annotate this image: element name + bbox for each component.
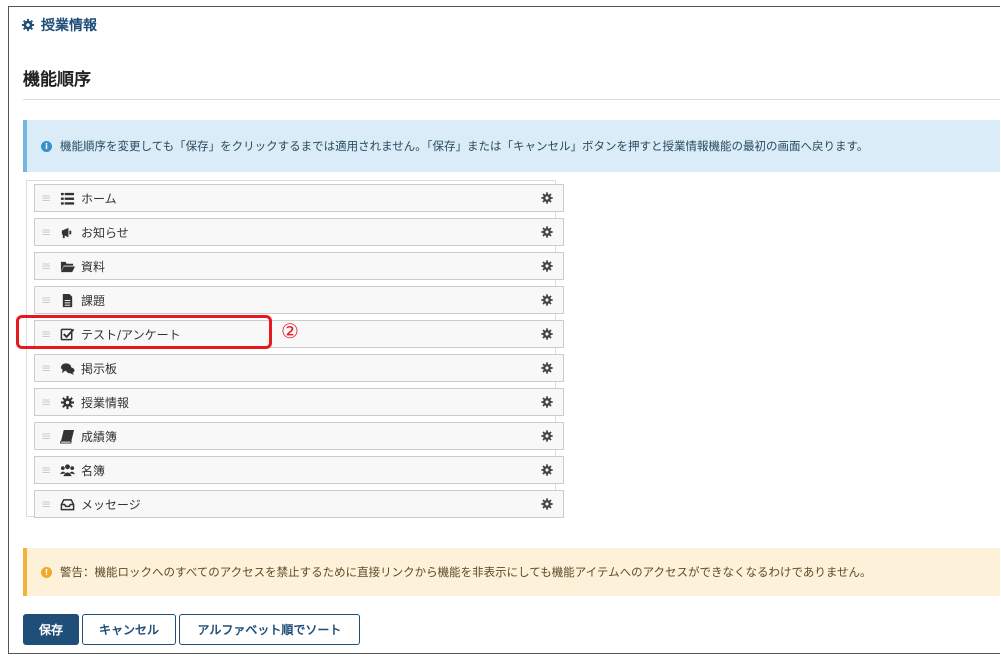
tool-label: 成績簿 xyxy=(81,429,118,444)
drag-handle-icon[interactable]: ≡ xyxy=(41,260,51,272)
info-icon: i xyxy=(41,140,52,152)
tool-label: メッセージ xyxy=(81,497,141,512)
warning-icon: ! xyxy=(41,566,52,578)
tool-row-resources[interactable]: ≡ 資料 xyxy=(34,252,564,280)
divider xyxy=(23,99,1000,100)
drag-handle-icon[interactable]: ≡ xyxy=(41,362,51,374)
tool-label: 掲示板 xyxy=(81,361,118,376)
gear-icon[interactable] xyxy=(540,361,554,375)
drag-handle-icon[interactable]: ≡ xyxy=(41,396,51,408)
section-title: 授業情報 xyxy=(41,18,97,34)
warning-text: 警告：機能ロックへのすべてのアクセスを禁止するために直接リンクから機能を非表示に… xyxy=(60,565,872,579)
drag-handle-icon[interactable]: ≡ xyxy=(41,498,51,510)
gear-icon xyxy=(59,394,75,410)
tool-row-roster[interactable]: ≡ 名簿 xyxy=(34,456,564,484)
info-text: 機能順序を変更しても「保存」をクリックするまでは適用されません。「保存」または「… xyxy=(60,139,869,153)
tool-row-forums[interactable]: ≡ 掲示板 xyxy=(34,354,564,382)
gear-icon[interactable] xyxy=(540,429,554,443)
list-icon xyxy=(59,190,75,206)
drag-handle-icon[interactable]: ≡ xyxy=(41,430,51,442)
save-button[interactable]: 保存 xyxy=(23,614,79,645)
inbox-icon xyxy=(59,496,75,512)
folder-open-icon xyxy=(59,258,75,274)
gear-icon[interactable] xyxy=(540,327,554,341)
gear-icon[interactable] xyxy=(540,225,554,239)
info-alert: i 機能順序を変更しても「保存」をクリックするまでは適用されません。「保存」また… xyxy=(23,120,1000,172)
book-icon xyxy=(59,428,75,444)
gear-icon[interactable] xyxy=(540,259,554,273)
sort-alphabetical-button[interactable]: アルファベット順でソート xyxy=(179,614,360,645)
cancel-button[interactable]: キャンセル xyxy=(82,614,176,645)
gear-icon[interactable] xyxy=(540,497,554,511)
tool-row-assignments[interactable]: ≡ 課題 xyxy=(34,286,564,314)
drag-handle-icon[interactable]: ≡ xyxy=(41,464,51,476)
megaphone-icon xyxy=(59,224,75,240)
gear-icon[interactable] xyxy=(540,463,554,477)
tool-row-announcements[interactable]: ≡ お知らせ xyxy=(34,218,564,246)
annotation-highlight-box xyxy=(16,315,272,349)
gear-icon xyxy=(21,18,35,32)
drag-handle-icon[interactable]: ≡ xyxy=(41,226,51,238)
tool-label: 資料 xyxy=(81,259,106,274)
tool-label: 名簿 xyxy=(81,463,106,478)
tool-row-home[interactable]: ≡ ホーム xyxy=(34,184,564,212)
tool-row-course-info[interactable]: ≡ 授業情報 xyxy=(34,388,564,416)
drag-handle-icon[interactable]: ≡ xyxy=(41,294,51,306)
comments-icon xyxy=(59,360,75,376)
gear-icon[interactable] xyxy=(540,395,554,409)
tool-label: ホーム xyxy=(81,191,117,206)
drag-handle-icon[interactable]: ≡ xyxy=(41,192,51,204)
gear-icon[interactable] xyxy=(540,191,554,205)
tool-row-gradebook[interactable]: ≡ 成績簿 xyxy=(34,422,564,450)
users-icon xyxy=(59,462,75,478)
tool-row-messages[interactable]: ≡ メッセージ xyxy=(34,490,564,518)
section-header: 授業情報 xyxy=(21,15,97,35)
tool-settings-panel: 授業情報 機能順序 i 機能順序を変更しても「保存」をクリックするまでは適用され… xyxy=(8,6,1000,654)
tool-label: お知らせ xyxy=(81,225,129,240)
annotation-marker: ② xyxy=(281,319,299,343)
file-icon xyxy=(59,292,75,308)
tool-label: 授業情報 xyxy=(81,395,130,410)
gear-icon[interactable] xyxy=(540,293,554,307)
page-title: 機能順序 xyxy=(23,70,91,90)
warning-alert: ! 警告：機能ロックへのすべてのアクセスを禁止するために直接リンクから機能を非表… xyxy=(23,548,1000,596)
tool-label: 課題 xyxy=(81,293,106,308)
